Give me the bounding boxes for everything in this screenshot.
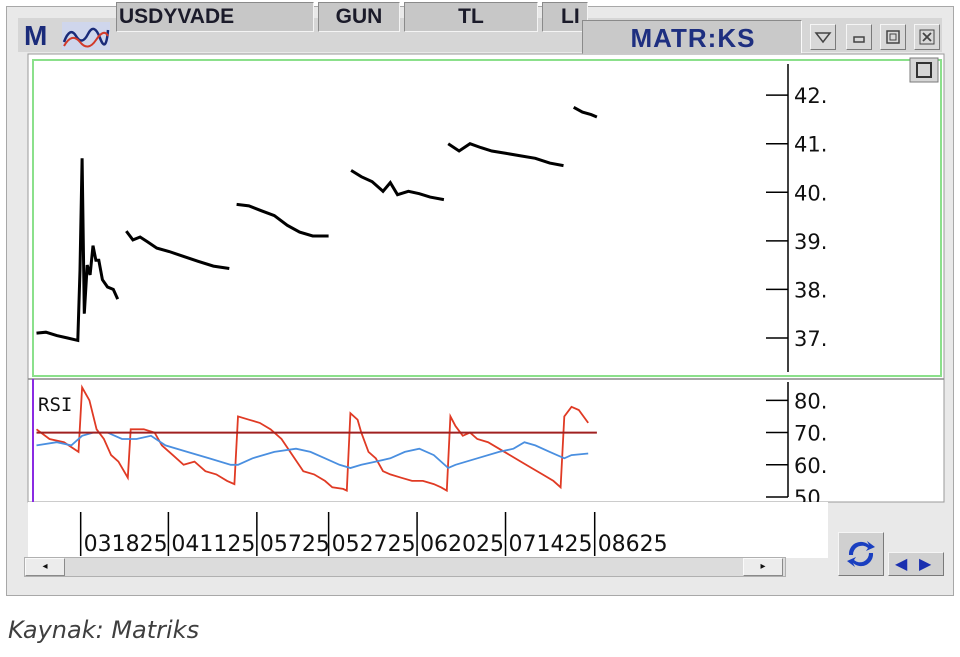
arrow-right-icon[interactable]: ▶ <box>919 555 931 573</box>
chart-area: 42.41.40.39.38.37. 80.70.60.50. RSI 0318… <box>27 53 945 558</box>
date-tick-label: 041125 <box>171 532 255 557</box>
date-tick-label: 052725 <box>332 532 416 557</box>
rsi-label: RSI <box>38 394 72 416</box>
date-tick-label: 062025 <box>420 532 504 557</box>
navigation-buttons[interactable]: ◀ ▶ <box>888 552 944 576</box>
sync-button[interactable] <box>838 532 884 576</box>
price-tick-label: 37. <box>794 327 827 351</box>
scroll-right-button[interactable]: ▸ <box>743 558 783 576</box>
rsi-tick-label: 80. <box>794 389 827 413</box>
price-tick-label: 42. <box>794 84 827 108</box>
price-tick-label: 38. <box>794 278 827 302</box>
rsi-tick-label: 60. <box>794 454 827 478</box>
price-tick-label: 41. <box>794 133 827 157</box>
date-tick-label: 031825 <box>84 532 168 557</box>
sync-icon <box>847 541 875 567</box>
panel-restore-button[interactable] <box>909 57 939 83</box>
date-tick-label: 071425 <box>509 532 593 557</box>
source-caption: Kaynak: Matriks <box>8 616 200 644</box>
price-tick-label: 40. <box>794 181 827 205</box>
date-tick-label: 05725 <box>260 532 330 557</box>
horizontal-scrollbar[interactable]: ◂ ▸ <box>24 557 786 577</box>
rsi-tick-label: 70. <box>794 422 827 446</box>
price-tick-label: 39. <box>794 230 827 254</box>
date-tick-label: 08625 <box>598 532 668 557</box>
scroll-left-button[interactable]: ◂ <box>25 558 65 576</box>
arrow-left-icon[interactable]: ◀ <box>895 555 907 573</box>
